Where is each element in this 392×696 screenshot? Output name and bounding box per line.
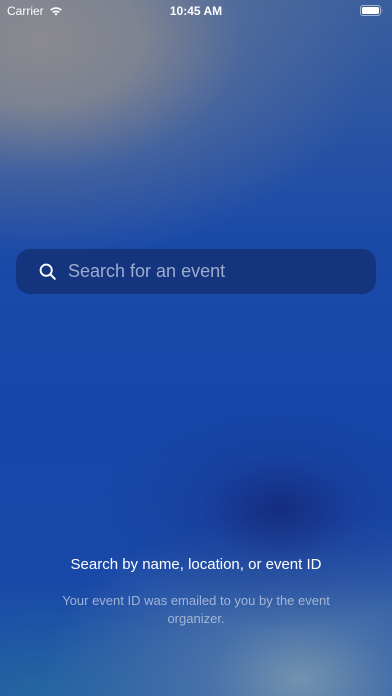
- battery-icon: [360, 5, 383, 16]
- status-time: 10:45 AM: [169, 4, 223, 18]
- help-subtitle: Your event ID was emailed to you by the …: [62, 593, 330, 626]
- search-input[interactable]: [68, 251, 376, 292]
- search-help: Search by name, location, or event ID Yo…: [40, 555, 352, 628]
- help-title: Search by name, location, or event ID: [70, 556, 322, 573]
- status-bar: Carrier 10:45 AM: [0, 0, 392, 22]
- search-bar[interactable]: [16, 249, 376, 294]
- event-search-screen: Carrier 10:45 AM Search by name, locatio…: [0, 0, 392, 696]
- search-icon: [39, 263, 56, 280]
